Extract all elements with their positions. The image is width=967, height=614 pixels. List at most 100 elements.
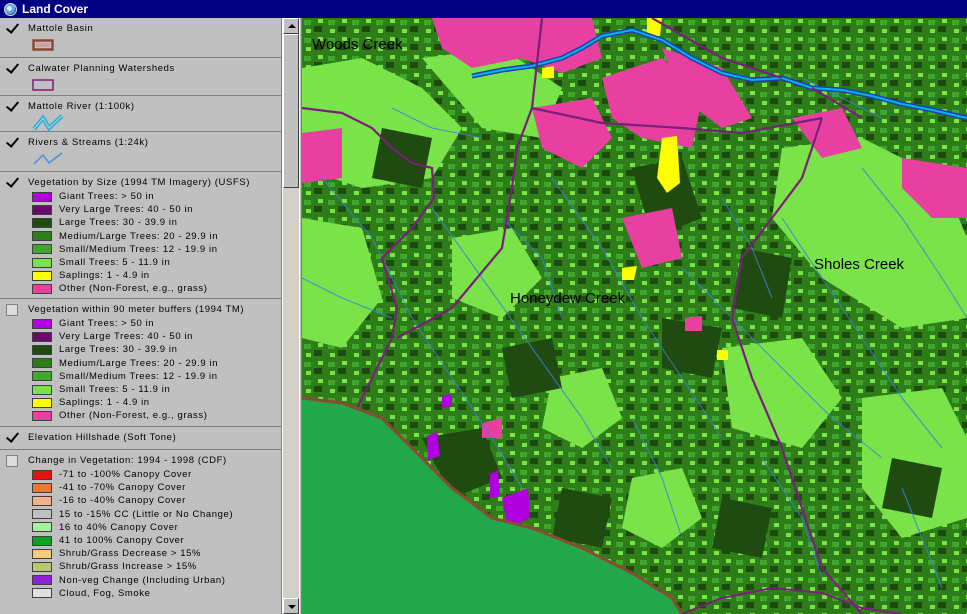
legend-class-label: 16 to 40% Canopy Cover bbox=[59, 521, 179, 533]
layer-change-in-vegetation: Change in Vegetation: 1994 - 1998 (CDF) … bbox=[0, 450, 281, 610]
legend-class: Medium/Large Trees: 20 - 29.9 in bbox=[32, 230, 281, 243]
scroll-down-button[interactable] bbox=[283, 598, 299, 614]
legend-swatch bbox=[32, 384, 52, 395]
legend-swatch bbox=[32, 397, 52, 408]
legend-swatch bbox=[32, 217, 52, 228]
legend-class-list: Giant Trees: > 50 in Very Large Trees: 4… bbox=[6, 317, 281, 423]
legend-class: -41 to -70% Canopy Cover bbox=[32, 481, 281, 494]
legend-class-label: Giant Trees: > 50 in bbox=[59, 318, 155, 330]
legend-panel: Mattole Basin Calwater Planning Watershe… bbox=[0, 18, 282, 614]
legend-swatch bbox=[32, 371, 52, 382]
polygon-outline-symbol bbox=[32, 36, 281, 53]
layer-mattole-river: Mattole River (1:100k) bbox=[0, 96, 281, 132]
layer-mattole-basin: Mattole Basin bbox=[0, 18, 281, 58]
legend-swatch bbox=[32, 331, 52, 342]
layer-visibility-checkbox[interactable] bbox=[6, 23, 18, 35]
legend-swatch bbox=[32, 548, 52, 559]
layer-visibility-checkbox[interactable] bbox=[6, 101, 18, 113]
polygon-outline-symbol bbox=[32, 76, 281, 93]
window-title: Land Cover bbox=[22, 2, 89, 16]
legend-class-label: Large Trees: 30 - 39.9 in bbox=[59, 217, 178, 229]
legend-class: -16 to -40% Canopy Cover bbox=[32, 494, 281, 507]
legend-class-label: Small/Medium Trees: 12 - 19.9 in bbox=[59, 243, 218, 255]
legend-swatch bbox=[32, 522, 52, 533]
legend-class: -71 to -100% Canopy Cover bbox=[32, 468, 281, 481]
legend-swatch bbox=[32, 257, 52, 268]
legend-swatch bbox=[32, 204, 52, 215]
legend-class-label: Very Large Trees: 40 - 50 in bbox=[59, 204, 194, 216]
legend-class-label: Non-veg Change (Including Urban) bbox=[59, 574, 226, 586]
layer-visibility-checkbox[interactable] bbox=[6, 177, 18, 189]
legend-class-label: Giant Trees: > 50 in bbox=[59, 191, 155, 203]
legend-class-label: Other (Non-Forest, e.g., grass) bbox=[59, 283, 208, 295]
legend-class-label: Very Large Trees: 40 - 50 in bbox=[59, 331, 194, 343]
legend-swatch bbox=[32, 231, 52, 242]
legend-class: Small/Medium Trees: 12 - 19.9 in bbox=[32, 243, 281, 256]
legend-class: Very Large Trees: 40 - 50 in bbox=[32, 203, 281, 216]
globe-icon bbox=[4, 2, 17, 16]
layer-rivers-streams: Rivers & Streams (1:24k) bbox=[0, 132, 281, 172]
legend-swatch bbox=[32, 344, 52, 355]
legend-class: Other (Non-Forest, e.g., grass) bbox=[32, 409, 281, 422]
legend-class: 16 to 40% Canopy Cover bbox=[32, 521, 281, 534]
legend-class-label: Medium/Large Trees: 20 - 29.9 in bbox=[59, 230, 219, 242]
layer-visibility-checkbox[interactable] bbox=[6, 432, 18, 444]
legend-swatch bbox=[32, 283, 52, 294]
legend-class: Medium/Large Trees: 20 - 29.9 in bbox=[32, 357, 281, 370]
layer-calwater-watersheds: Calwater Planning Watersheds bbox=[0, 58, 281, 96]
legend-class: Other (Non-Forest, e.g., grass) bbox=[32, 282, 281, 295]
legend-swatch bbox=[32, 482, 52, 493]
legend-class-label: Saplings: 1 - 4.9 in bbox=[59, 397, 150, 409]
legend-swatch bbox=[32, 509, 52, 520]
legend-class: 41 to 100% Canopy Cover bbox=[32, 534, 281, 547]
legend-class-label: -71 to -100% Canopy Cover bbox=[59, 469, 192, 481]
legend-class: Saplings: 1 - 4.9 in bbox=[32, 269, 281, 282]
layer-name: Rivers & Streams (1:24k) bbox=[28, 137, 149, 148]
legend-swatch bbox=[32, 561, 52, 572]
legend-swatch bbox=[32, 191, 52, 202]
legend-class: Cloud, Fog, Smoke bbox=[32, 587, 281, 600]
legend-swatch bbox=[32, 318, 52, 329]
layer-name: Elevation Hillshade (Soft Tone) bbox=[28, 432, 177, 443]
map-label-woods-creek: Woods Creek bbox=[312, 36, 403, 53]
legend-swatch bbox=[32, 244, 52, 255]
legend-swatch bbox=[32, 495, 52, 506]
legend-class-label: Shrub/Grass Decrease > 15% bbox=[59, 548, 202, 560]
layer-vegetation-buffers: Vegetation within 90 meter buffers (1994… bbox=[0, 299, 281, 427]
legend-class-label: 41 to 100% Canopy Cover bbox=[59, 535, 185, 547]
layer-elevation-hillshade: Elevation Hillshade (Soft Tone) bbox=[0, 427, 281, 450]
legend-swatch bbox=[32, 535, 52, 546]
stream-line-symbol bbox=[32, 150, 281, 167]
scroll-thumb[interactable] bbox=[283, 34, 299, 188]
layer-name: Calwater Planning Watersheds bbox=[28, 63, 175, 74]
legend-class: Giant Trees: > 50 in bbox=[32, 317, 281, 330]
legend-swatch bbox=[32, 469, 52, 480]
legend-swatch bbox=[32, 358, 52, 369]
legend-scrollbar[interactable] bbox=[282, 18, 299, 614]
legend-class-list: -71 to -100% Canopy Cover -41 to -70% Ca… bbox=[6, 468, 281, 600]
legend-class: Large Trees: 30 - 39.9 in bbox=[32, 343, 281, 356]
map-view[interactable]: Woods Creek Honeydew Creek Sholes Creek bbox=[302, 18, 967, 614]
layer-visibility-checkbox[interactable] bbox=[6, 63, 18, 75]
layer-visibility-checkbox[interactable] bbox=[6, 137, 18, 149]
scroll-up-button[interactable] bbox=[283, 18, 299, 34]
layer-visibility-checkbox[interactable] bbox=[6, 454, 18, 467]
legend-swatch bbox=[32, 588, 52, 599]
legend-class: Large Trees: 30 - 39.9 in bbox=[32, 216, 281, 229]
legend-class: 15 to -15% CC (Little or No Change) bbox=[32, 508, 281, 521]
legend-class: Small Trees: 5 - 11.9 in bbox=[32, 256, 281, 269]
layer-name: Mattole Basin bbox=[28, 23, 94, 34]
layer-vegetation-by-size: Vegetation by Size (1994 TM Imagery) (US… bbox=[0, 172, 281, 299]
legend-class-label: Small Trees: 5 - 11.9 in bbox=[59, 384, 171, 396]
legend-class: Very Large Trees: 40 - 50 in bbox=[32, 330, 281, 343]
legend-class-label: -16 to -40% Canopy Cover bbox=[59, 495, 186, 507]
legend-class: Small Trees: 5 - 11.9 in bbox=[32, 383, 281, 396]
layer-name: Change in Vegetation: 1994 - 1998 (CDF) bbox=[28, 455, 227, 466]
legend-swatch bbox=[32, 270, 52, 281]
layer-name: Vegetation by Size (1994 TM Imagery) (US… bbox=[28, 177, 251, 188]
layer-name: Mattole River (1:100k) bbox=[28, 101, 135, 112]
legend-class-label: Cloud, Fog, Smoke bbox=[59, 587, 151, 599]
legend-swatch bbox=[32, 575, 52, 586]
legend-class: Non-veg Change (Including Urban) bbox=[32, 574, 281, 587]
layer-visibility-checkbox[interactable] bbox=[6, 303, 18, 316]
